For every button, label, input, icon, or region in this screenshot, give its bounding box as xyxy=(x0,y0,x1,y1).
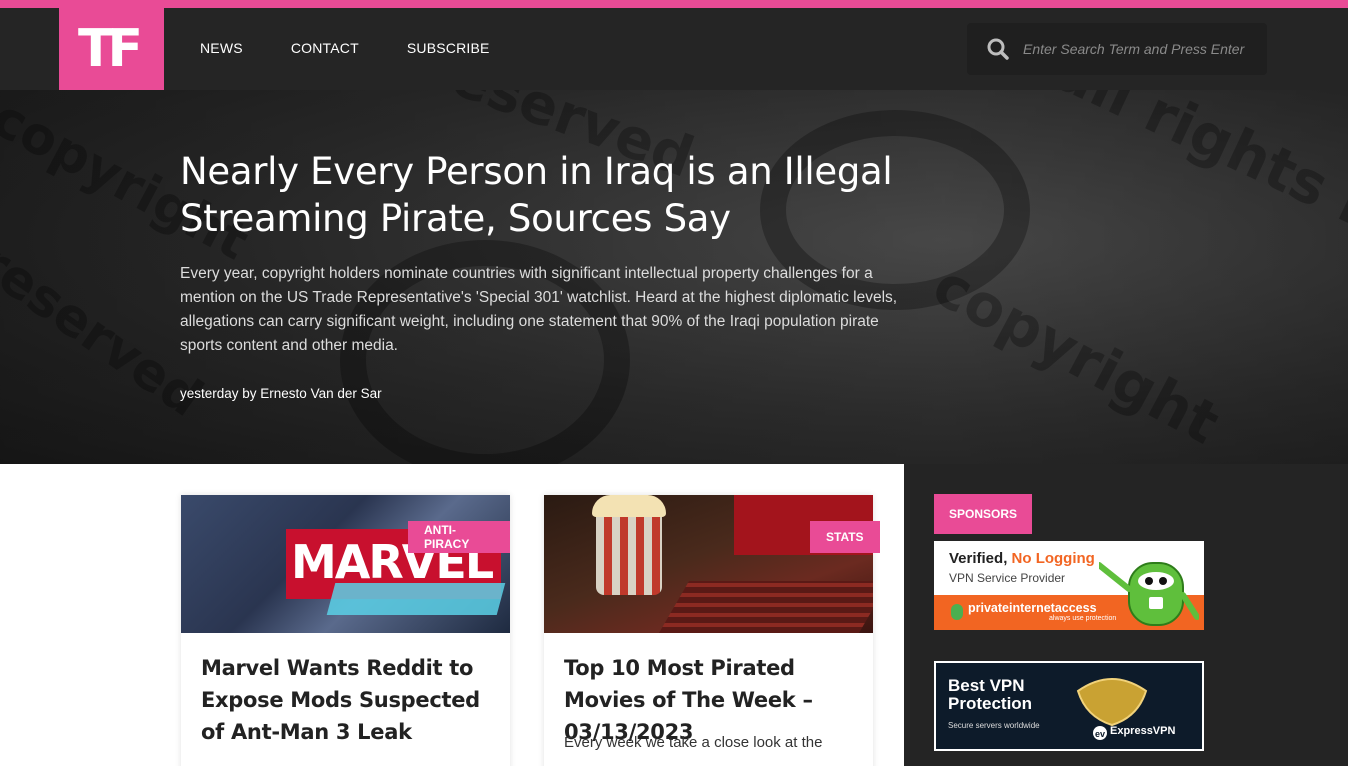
site-logo[interactable]: TF xyxy=(59,8,164,90)
thumb-shape xyxy=(326,583,506,615)
main-nav: NEWS CONTACT SUBSCRIBE xyxy=(200,40,490,56)
article-excerpt: Every week we take a close look at the xyxy=(564,734,823,751)
pia-ad-banner[interactable]: Verified, No Logging VPN Service Provide… xyxy=(934,541,1204,630)
expressvpn-logo-icon: ev xyxy=(1093,726,1107,740)
ad-headline: Best VPN Protection xyxy=(948,676,1033,713)
category-badge[interactable]: STATS xyxy=(810,521,880,553)
nav-subscribe[interactable]: SUBSCRIBE xyxy=(407,40,490,56)
search-box xyxy=(967,23,1267,75)
search-icon[interactable] xyxy=(987,38,1009,60)
ad-subline: Secure servers worldwide xyxy=(948,721,1040,730)
search-input[interactable] xyxy=(1023,41,1253,57)
pia-mascot-icon xyxy=(951,604,963,620)
pia-robot-icon xyxy=(1099,562,1199,626)
shield-icon xyxy=(1076,678,1148,727)
top-accent-bar xyxy=(0,0,1348,8)
hero-excerpt: Every year, copyright holders nominate c… xyxy=(180,265,898,354)
ad-headline: Verified, No Logging xyxy=(949,550,1095,567)
hero-title[interactable]: Nearly Every Person in Iraq is an Illega… xyxy=(180,148,900,242)
article-card[interactable]: MARVEL ANTI-PIRACY Marvel Wants Reddit t… xyxy=(181,495,510,766)
ad-subline: VPN Service Provider xyxy=(949,571,1066,585)
article-thumbnail[interactable]: MARVEL xyxy=(181,495,510,633)
site-header: TF NEWS CONTACT SUBSCRIBE xyxy=(0,8,1348,90)
sidebar: SPONSORS Verified, No Logging VPN Servic… xyxy=(904,464,1348,766)
thumb-popcorn xyxy=(596,509,662,595)
expressvpn-ad-banner[interactable]: Best VPN Protection Secure servers world… xyxy=(934,661,1204,751)
article-title[interactable]: Marvel Wants Reddit to Expose Mods Suspe… xyxy=(201,652,491,748)
thumb-popcorn-top xyxy=(592,495,666,517)
article-card[interactable]: STATS Top 10 Most Pirated Movies of The … xyxy=(544,495,880,766)
ad-brand-name: ExpressVPN xyxy=(1110,725,1176,737)
category-badge[interactable]: ANTI-PIRACY xyxy=(408,521,510,553)
hero-meta: yesterday by Ernesto Van der Sar xyxy=(180,386,382,401)
svg-text:ev: ev xyxy=(1095,729,1105,739)
ad-brand-name: privateinternetaccess xyxy=(968,601,1097,615)
sponsors-heading: SPONSORS xyxy=(934,494,1032,534)
nav-contact[interactable]: CONTACT xyxy=(291,40,359,56)
thumb-seats xyxy=(658,581,873,633)
nav-news[interactable]: NEWS xyxy=(200,40,243,56)
article-thumbnail[interactable] xyxy=(544,495,873,633)
hero-banner: copyright reserved reserved all rights r… xyxy=(0,90,1348,464)
